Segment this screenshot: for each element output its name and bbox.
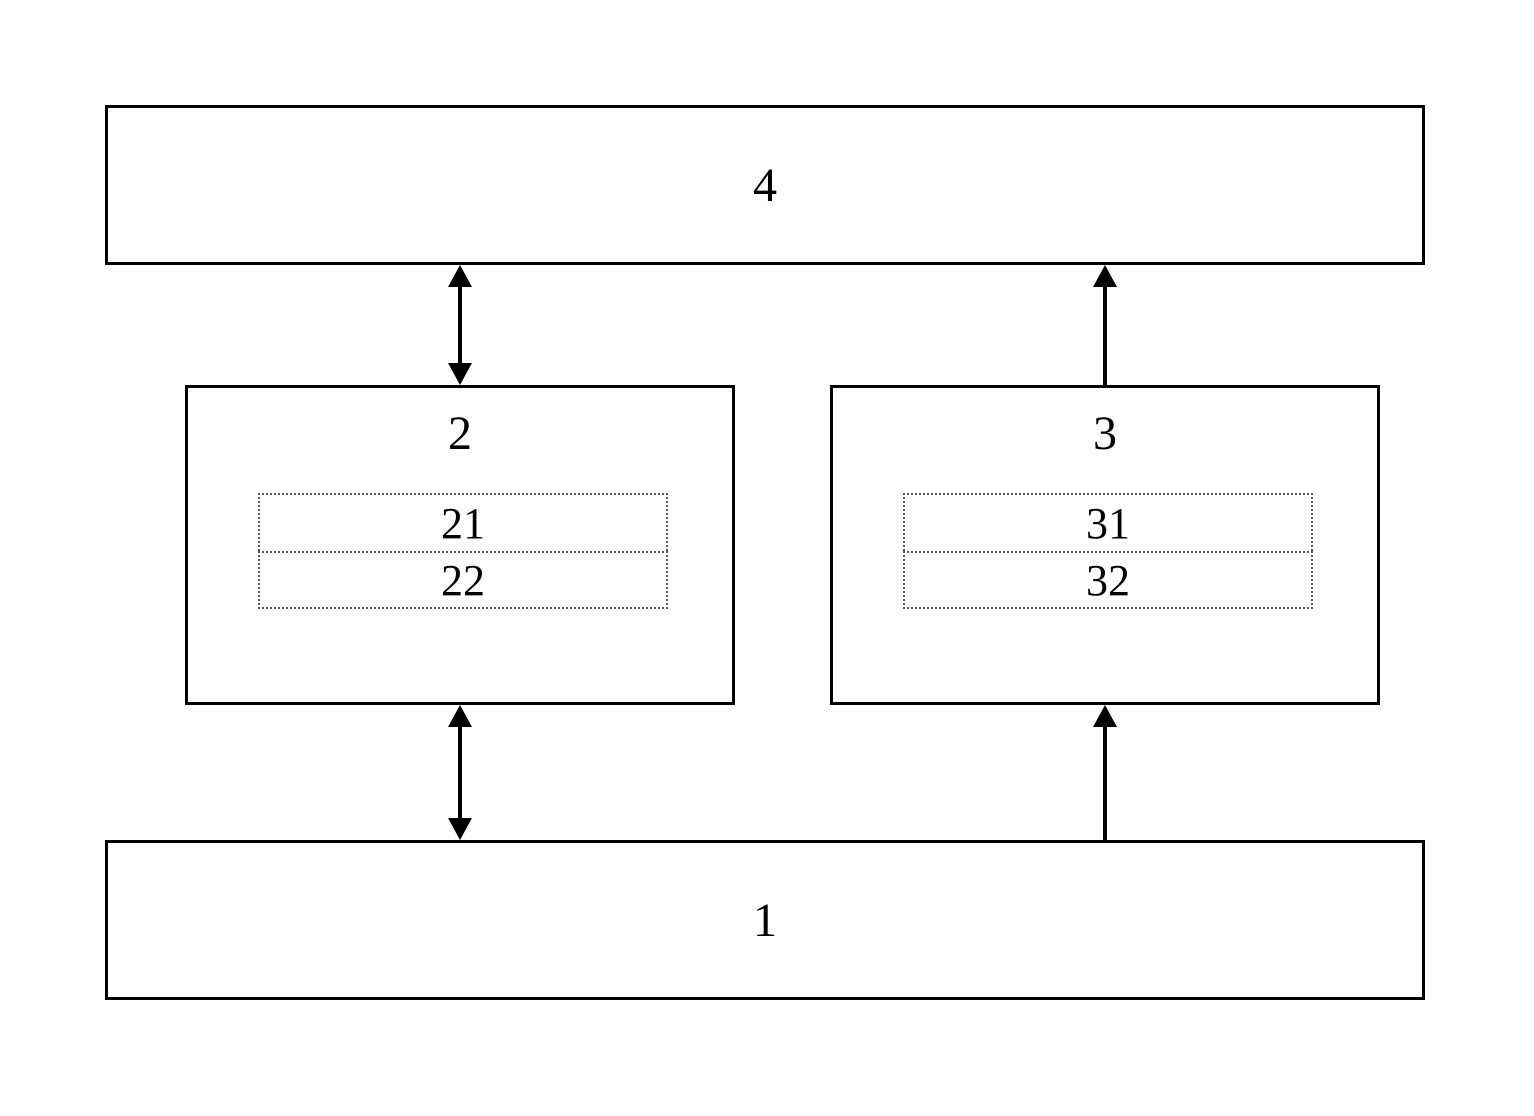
block-3: 3 31 32 (830, 385, 1380, 705)
block-3-inner-top: 31 (903, 493, 1313, 551)
block-4: 4 (105, 105, 1425, 265)
block-2-inner-bottom: 22 (258, 551, 668, 609)
block-2: 2 21 22 (185, 385, 735, 705)
arrow-4-to-2-head-up (448, 265, 472, 287)
block-2-inner-top-label: 21 (441, 498, 485, 549)
arrow-3-to-4-line (1103, 287, 1107, 385)
block-3-label: 3 (1093, 406, 1117, 461)
arrow-1-to-3-head-up (1093, 705, 1117, 727)
block-3-inner-bottom: 32 (903, 551, 1313, 609)
arrow-1-to-2-head-up (448, 705, 472, 727)
block-3-inner-top-label: 31 (1086, 498, 1130, 549)
block-3-inner: 31 32 (903, 493, 1313, 609)
arrow-4-to-2-line (458, 287, 462, 363)
block-1-label: 1 (753, 893, 777, 948)
arrow-4-to-2-head-down (448, 363, 472, 385)
arrow-1-to-3-line (1103, 727, 1107, 840)
arrow-3-to-4-head-up (1093, 265, 1117, 287)
arrow-1-to-2-line (458, 727, 462, 818)
block-2-label: 2 (448, 406, 472, 461)
block-3-inner-bottom-label: 32 (1086, 555, 1130, 606)
block-4-label: 4 (753, 158, 777, 213)
block-2-inner-top: 21 (258, 493, 668, 551)
block-2-inner-bottom-label: 22 (441, 555, 485, 606)
arrow-1-to-2-head-down (448, 818, 472, 840)
block-1: 1 (105, 840, 1425, 1000)
block-2-inner: 21 22 (258, 493, 668, 609)
